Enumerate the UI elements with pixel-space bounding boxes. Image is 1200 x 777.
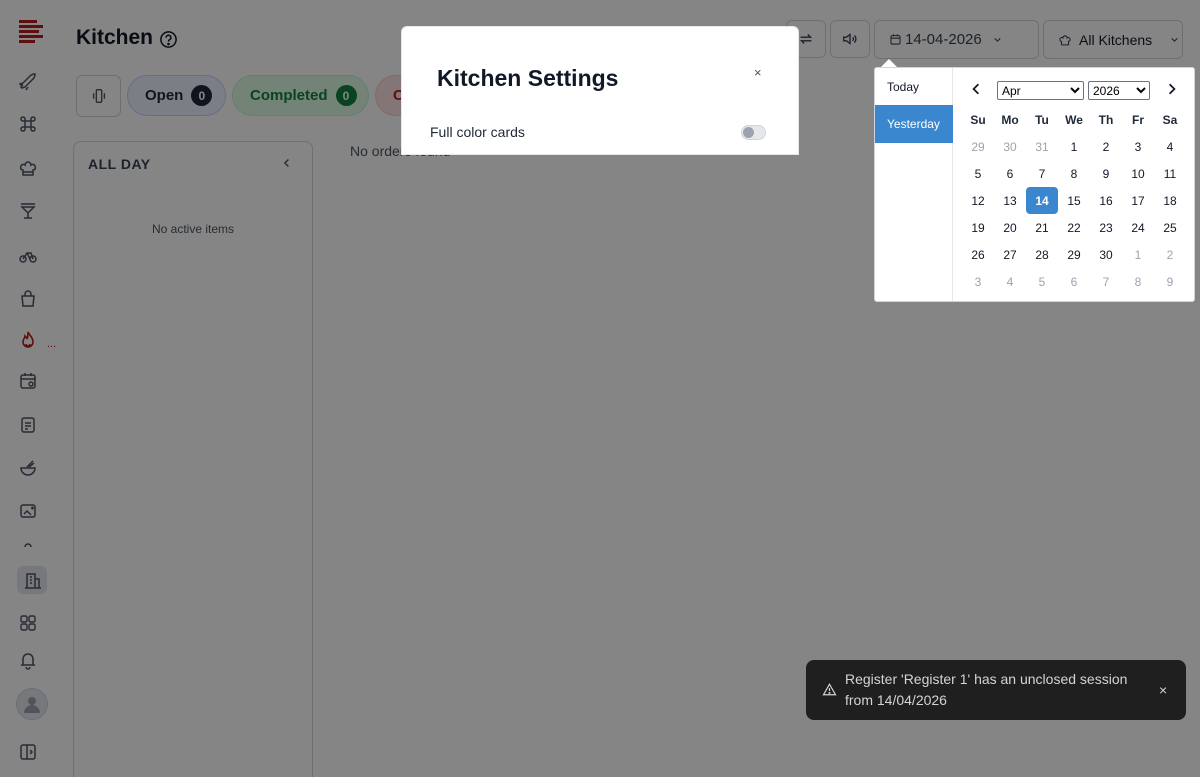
weekday-label: We	[1065, 112, 1083, 127]
calendar-day[interactable]: 22	[1058, 214, 1090, 241]
calendar-week: 12 13 14 15 16 17 18	[962, 187, 1186, 214]
range-yesterday-label: Yesterday	[887, 117, 940, 131]
calendar-day[interactable]: 8	[1058, 160, 1090, 187]
year-select[interactable]: 2026	[1088, 81, 1150, 100]
calendar-day[interactable]: 30	[1090, 241, 1122, 268]
weekday-label: Fr	[1132, 112, 1144, 127]
calendar-day[interactable]: 1	[1058, 133, 1090, 160]
calendar-day[interactable]: 15	[1058, 187, 1090, 214]
toast-notification: Register 'Register 1' has an unclosed se…	[806, 660, 1186, 720]
calendar-day[interactable]: 6	[994, 160, 1026, 187]
modal-title: Kitchen Settings	[437, 65, 619, 91]
calendar-day[interactable]: 2	[1154, 241, 1186, 268]
calendar-day[interactable]: 18	[1154, 187, 1186, 214]
weekday-label: Sa	[1162, 112, 1178, 127]
calendar-day[interactable]: 7	[1090, 268, 1122, 295]
datepicker-calendar: JanFebMarAprMayJunJulAugSepOctNovDec 202…	[954, 68, 1195, 301]
datepicker-popup: Today Yesterday JanFebMarAprMayJunJulAug…	[874, 67, 1195, 302]
calendar-day[interactable]: 27	[994, 241, 1026, 268]
calendar-day[interactable]: 29	[962, 133, 994, 160]
calendar-day[interactable]: 1	[1122, 241, 1154, 268]
calendar-day[interactable]: 9	[1090, 160, 1122, 187]
calendar-day[interactable]: 20	[994, 214, 1026, 241]
kitchen-settings-modal: Kitchen Settings × Full color cards	[401, 26, 799, 155]
calendar-day[interactable]: 3	[962, 268, 994, 295]
weekday-label: Tu	[1035, 112, 1049, 127]
calendar-week: 29 30 31 1 2 3 4	[962, 133, 1186, 160]
calendar-day[interactable]: 28	[1026, 241, 1058, 268]
range-yesterday[interactable]: Yesterday	[875, 105, 953, 143]
toast-message: Register 'Register 1' has an unclosed se…	[845, 671, 1128, 708]
calendar-week: 26 27 28 29 30 1 2	[962, 241, 1186, 268]
weekday-label: Th	[1098, 112, 1114, 127]
prev-month-icon[interactable]	[968, 81, 984, 97]
range-today[interactable]: Today	[875, 68, 953, 106]
calendar-day[interactable]: 10	[1122, 160, 1154, 187]
modal-close-button[interactable]: ×	[754, 65, 762, 80]
full-color-cards-label: Full color cards	[430, 124, 525, 140]
toast-close-button[interactable]: ×	[1159, 682, 1167, 698]
full-color-cards-toggle[interactable]	[741, 125, 766, 140]
weekday-label: Mo	[1001, 112, 1019, 127]
calendar-day[interactable]: 4	[994, 268, 1026, 295]
calendar-day[interactable]: 7	[1026, 160, 1058, 187]
calendar-day[interactable]: 9	[1154, 268, 1186, 295]
calendar-grid: Su Mo Tu We Th Fr Sa 29 30 31 1 2 3 4 5 6 7 8 9 10 11 12 13 14 1…	[962, 106, 1186, 295]
calendar-day[interactable]: 5	[1026, 268, 1058, 295]
calendar-day[interactable]: 11	[1154, 160, 1186, 187]
calendar-day-selected[interactable]: 14	[1026, 187, 1058, 214]
calendar-day[interactable]: 24	[1122, 214, 1154, 241]
calendar-week: 3456789	[962, 268, 1186, 295]
calendar-day[interactable]: 30	[994, 133, 1026, 160]
weekday-label: Su	[970, 112, 986, 127]
weekday-header: Su Mo Tu We Th Fr Sa	[962, 106, 1186, 133]
calendar-day[interactable]: 12	[962, 187, 994, 214]
calendar-day[interactable]: 19	[962, 214, 994, 241]
calendar-day[interactable]: 8	[1122, 268, 1154, 295]
datepicker-ranges: Today Yesterday	[875, 68, 953, 301]
calendar-day[interactable]: 17	[1122, 187, 1154, 214]
range-today-label: Today	[887, 80, 920, 94]
calendar-day[interactable]: 21	[1026, 214, 1058, 241]
warning-icon	[822, 682, 837, 697]
calendar-week: 5 6 7 8 9 10 11	[962, 160, 1186, 187]
calendar-day[interactable]: 2	[1090, 133, 1122, 160]
calendar-day[interactable]: 4	[1154, 133, 1186, 160]
calendar-day[interactable]: 29	[1058, 241, 1090, 268]
calendar-day[interactable]: 13	[994, 187, 1026, 214]
calendar-day[interactable]: 16	[1090, 187, 1122, 214]
calendar-day[interactable]: 26	[962, 241, 994, 268]
next-month-icon[interactable]	[1164, 81, 1180, 97]
calendar-day[interactable]: 6	[1058, 268, 1090, 295]
calendar-day[interactable]: 23	[1090, 214, 1122, 241]
calendar-day[interactable]: 25	[1154, 214, 1186, 241]
calendar-day[interactable]: 5	[962, 160, 994, 187]
calendar-day[interactable]: 3	[1122, 133, 1154, 160]
toggle-knob	[743, 127, 754, 138]
calendar-week: 19 20 21 22 23 24 25	[962, 214, 1186, 241]
month-select[interactable]: JanFebMarAprMayJunJulAugSepOctNovDec	[997, 81, 1084, 100]
calendar-day[interactable]: 31	[1026, 133, 1058, 160]
